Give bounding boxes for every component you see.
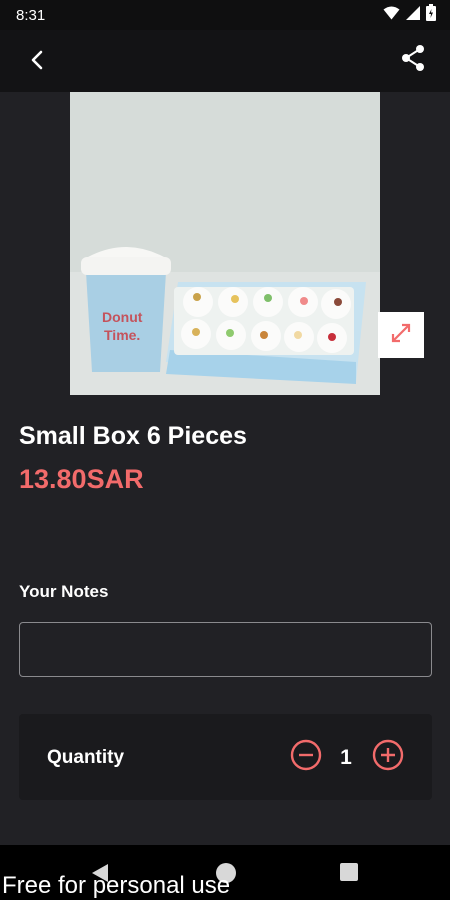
battery-icon <box>426 4 436 26</box>
quantity-label: Quantity <box>47 747 125 768</box>
status-icons <box>383 4 436 26</box>
product-price: 13.80SAR <box>19 464 144 494</box>
back-button[interactable] <box>22 47 52 77</box>
plus-circle-icon <box>372 739 404 776</box>
share-button[interactable] <box>398 44 428 77</box>
quantity-value: 1 <box>340 746 352 769</box>
share-icon <box>400 44 426 77</box>
app-bar <box>0 30 450 92</box>
increase-quantity-button[interactable] <box>371 739 405 776</box>
expand-arrows-icon <box>389 321 413 350</box>
notes-label: Your Notes <box>19 582 109 601</box>
decrease-quantity-button[interactable] <box>289 739 323 776</box>
cup-text-line1: Donut <box>102 309 143 325</box>
watermark-text: Free for personal use <box>2 872 231 899</box>
minus-circle-icon <box>290 739 322 776</box>
chevron-left-icon <box>30 49 44 76</box>
cup-text-line2: Time. <box>104 327 140 343</box>
nav-recents-icon[interactable] <box>340 863 358 881</box>
cellular-signal-icon <box>406 5 420 25</box>
expand-image-button[interactable] <box>378 312 424 358</box>
wifi-icon <box>383 6 400 25</box>
quantity-card: Quantity 1 <box>19 714 432 800</box>
status-bar: 8:31 <box>0 0 450 30</box>
notes-input[interactable] <box>19 622 432 677</box>
status-time: 8:31 <box>16 6 46 24</box>
product-image[interactable]: Donut Time. <box>70 92 380 395</box>
product-title: Small Box 6 Pieces <box>19 422 247 450</box>
